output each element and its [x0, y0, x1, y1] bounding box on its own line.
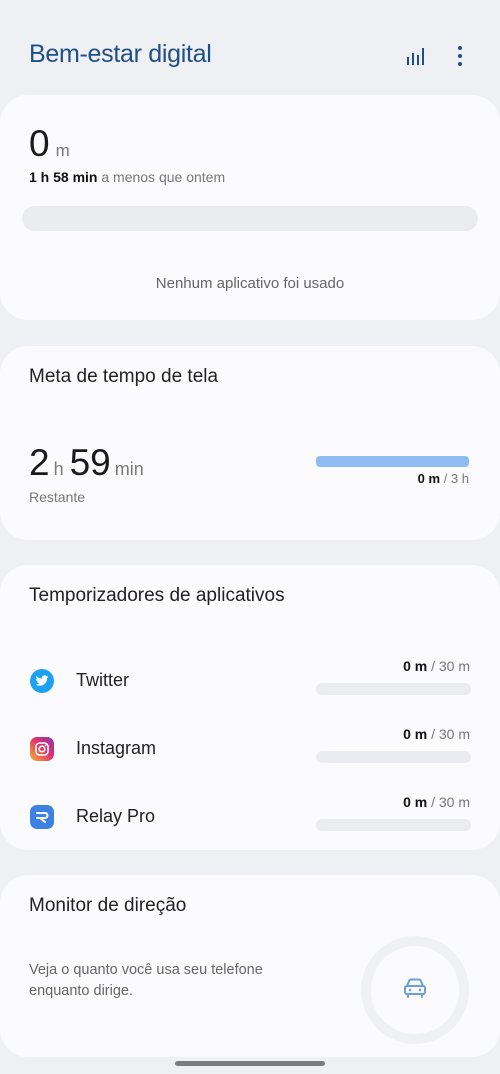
instagram-icon	[30, 737, 54, 761]
timer-row-relay-pro[interactable]: Relay Pro 0 m / 30 m	[0, 789, 500, 849]
usage-empty-message: Nenhum aplicativo foi usado	[155, 275, 345, 292]
relay-icon	[30, 805, 54, 829]
usage-total: 0m	[29, 123, 70, 165]
screen-goal-title: Meta de tempo de tela	[29, 366, 219, 387]
usage-bar	[22, 206, 478, 231]
timer-bar	[316, 819, 471, 831]
screen-goal-card[interactable]: Meta de tempo de tela 2 h 59 min Restante 0…	[0, 346, 500, 540]
app-timers-card: Temporizadores de aplicativos Twitter 0 …	[0, 565, 500, 850]
timer-limit: / 30 m	[427, 794, 470, 810]
goal-progress-bar	[316, 456, 469, 467]
goal-hours: 2	[29, 442, 50, 483]
driving-monitor-card[interactable]: Monitor de direção Veja o quanto você us…	[0, 875, 500, 1057]
usage-unit: m	[55, 141, 70, 160]
car-icon	[402, 977, 428, 1004]
usage-compare-amount: 1 h 58 min	[29, 169, 98, 185]
bar-chart-icon[interactable]	[402, 42, 430, 70]
timer-app-name: Relay Pro	[76, 806, 156, 826]
goal-remaining-time: 2 h 59 min	[29, 442, 150, 484]
usage-number: 0	[29, 123, 50, 164]
timer-bar	[316, 683, 471, 695]
goal-used: 0 m	[417, 471, 441, 486]
driving-monitor-ring	[361, 936, 469, 1044]
timer-row-instagram[interactable]: Instagram 0 m / 30 m	[0, 721, 500, 781]
more-vertical-icon[interactable]	[446, 42, 474, 70]
goal-minutes-unit: min	[114, 459, 144, 479]
timer-limit: / 30 m	[427, 658, 470, 674]
usage-card[interactable]: 0m 1 h 58 min a menos que ontem Nenhum a…	[0, 95, 500, 320]
app-timers-title[interactable]: Temporizadores de aplicativos	[29, 585, 285, 607]
usage-compare-text: a menos que ontem	[97, 169, 226, 185]
goal-hours-unit: h	[53, 459, 64, 479]
timer-used: 0 m	[403, 726, 428, 742]
app-bar: Bem-estar digital	[0, 0, 500, 95]
timer-used: 0 m	[403, 794, 428, 810]
home-indicator[interactable]	[175, 1061, 325, 1066]
timer-row-twitter[interactable]: Twitter 0 m / 30 m	[0, 653, 500, 713]
timer-app-name: Twitter	[76, 670, 130, 690]
driving-monitor-description: Veja o quanto você usa seu telefone enqu…	[29, 962, 263, 999]
timer-value: 0 m / 30 m	[403, 726, 470, 742]
twitter-icon	[30, 669, 54, 693]
goal-progress-text: 0 m / 3 h	[418, 471, 469, 486]
timer-bar	[316, 751, 471, 763]
timer-value: 0 m / 30 m	[403, 794, 470, 810]
timer-value: 0 m / 30 m	[403, 658, 470, 674]
goal-total: / 3 h	[440, 471, 469, 486]
goal-minutes: 59	[69, 442, 111, 483]
page-title: Bem-estar digital	[29, 40, 212, 68]
usage-comparison: 1 h 58 min a menos que ontem	[29, 169, 225, 185]
driving-monitor-title: Monitor de direção	[29, 895, 187, 916]
goal-remaining-label: Restante	[29, 489, 86, 505]
timer-app-name: Instagram	[76, 738, 157, 758]
timer-limit: / 30 m	[427, 726, 470, 742]
timer-used: 0 m	[403, 658, 428, 674]
